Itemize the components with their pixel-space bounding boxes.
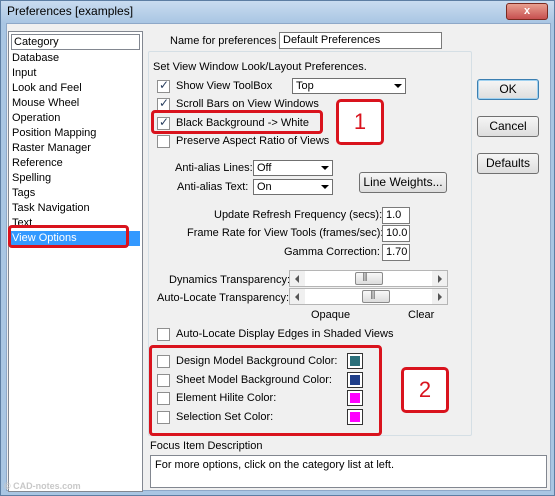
title-bar[interactable]: Preferences [examples] x — [1, 1, 554, 23]
frame-rate-input[interactable]: 10.0 — [382, 225, 410, 242]
preserve-aspect-label: Preserve Aspect Ratio of Views — [176, 135, 330, 147]
category-list: Category Database Input Look and Feel Mo… — [8, 31, 143, 492]
autolocate-transparency-slider[interactable] — [289, 288, 448, 305]
antialias-text-value: On — [257, 181, 272, 193]
category-item-reference[interactable]: Reference — [11, 156, 140, 171]
antialias-text-label: Anti-alias Text: — [177, 181, 249, 193]
annotation-number-one: 1 — [336, 99, 384, 145]
toolbox-position-select[interactable]: Top — [292, 78, 406, 94]
category-item-position-mapping[interactable]: Position Mapping — [11, 126, 140, 141]
annotation-highlight-view-options — [8, 225, 129, 248]
chevron-down-icon — [321, 166, 329, 170]
gamma-correction-label: Gamma Correction: — [284, 246, 380, 258]
category-item-input[interactable]: Input — [11, 66, 140, 81]
autolocate-edges-checkbox[interactable] — [157, 328, 170, 341]
category-item-raster-manager[interactable]: Raster Manager — [11, 141, 140, 156]
antialias-lines-select[interactable]: Off — [253, 160, 333, 176]
name-for-preferences-input[interactable]: Default Preferences — [279, 32, 442, 49]
category-item-look-and-feel[interactable]: Look and Feel — [11, 81, 140, 96]
annotation-highlight-black-background — [151, 110, 323, 134]
scroll-bars-label: Scroll Bars on View Windows — [176, 98, 319, 110]
focus-description-label: Focus Item Description — [150, 440, 263, 452]
annotation-number-two: 2 — [401, 367, 449, 413]
category-item-database[interactable]: Database — [11, 51, 140, 66]
dynamics-transparency-label: Dynamics Transparency: — [169, 274, 291, 286]
slider-left-arrow-icon[interactable] — [290, 271, 305, 286]
autolocate-transparency-label: Auto-Locate Transparency: — [157, 292, 290, 304]
dynamics-transparency-thumb[interactable] — [354, 271, 383, 285]
cancel-button[interactable]: Cancel — [477, 116, 539, 137]
preserve-aspect-checkbox[interactable] — [157, 135, 170, 148]
antialias-lines-value: Off — [257, 162, 272, 174]
slider-left-arrow-icon[interactable] — [290, 289, 305, 304]
category-item-task-navigation[interactable]: Task Navigation — [11, 201, 140, 216]
name-for-preferences-label: Name for preferences — [170, 35, 277, 47]
category-items: Database Input Look and Feel Mouse Wheel… — [11, 51, 140, 246]
close-button[interactable]: x — [506, 3, 548, 20]
slider-right-arrow-icon[interactable] — [432, 289, 447, 304]
clear-label: Clear — [408, 309, 435, 321]
show-toolbox-label: Show View ToolBox — [176, 80, 273, 92]
gamma-correction-input[interactable]: 1.70 — [382, 244, 410, 261]
window-title: Preferences [examples] — [7, 4, 134, 18]
slider-right-arrow-icon[interactable] — [432, 271, 447, 286]
chevron-down-icon — [394, 84, 402, 88]
opaque-label: Opaque — [311, 309, 351, 321]
frame-rate-label: Frame Rate for View Tools (frames/sec): — [187, 227, 384, 239]
watermark-text: © CAD-notes.com — [4, 481, 81, 491]
annotation-highlight-colors — [149, 345, 382, 436]
defaults-button[interactable]: Defaults — [477, 153, 539, 174]
focus-description-box: For more options, click on the category … — [150, 455, 547, 488]
refresh-frequency-input[interactable]: 1.0 — [382, 207, 410, 224]
section-title: Set View Window Look/Layout Preferences. — [153, 61, 367, 73]
category-header: Category — [11, 34, 140, 50]
category-item-spelling[interactable]: Spelling — [11, 171, 140, 186]
toolbox-position-value: Top — [296, 80, 314, 92]
antialias-lines-label: Anti-alias Lines: — [175, 162, 253, 174]
autolocate-transparency-thumb[interactable] — [362, 289, 391, 303]
autolocate-edges-label: Auto-Locate Display Edges in Shaded View… — [176, 328, 394, 340]
dynamics-transparency-slider[interactable] — [289, 270, 448, 287]
category-item-tags[interactable]: Tags — [11, 186, 140, 201]
show-toolbox-checkbox[interactable] — [157, 78, 170, 93]
refresh-frequency-label: Update Refresh Frequency (secs): — [214, 209, 383, 221]
chevron-down-icon — [321, 185, 329, 189]
antialias-text-select[interactable]: On — [253, 179, 333, 195]
preferences-window: Preferences [examples] x Category Databa… — [0, 0, 555, 496]
dialog-body: Category Database Input Look and Feel Mo… — [6, 23, 551, 492]
line-weights-button[interactable]: Line Weights... — [359, 172, 447, 193]
ok-button[interactable]: OK — [477, 79, 539, 100]
category-item-mouse-wheel[interactable]: Mouse Wheel — [11, 96, 140, 111]
category-item-operation[interactable]: Operation — [11, 111, 140, 126]
